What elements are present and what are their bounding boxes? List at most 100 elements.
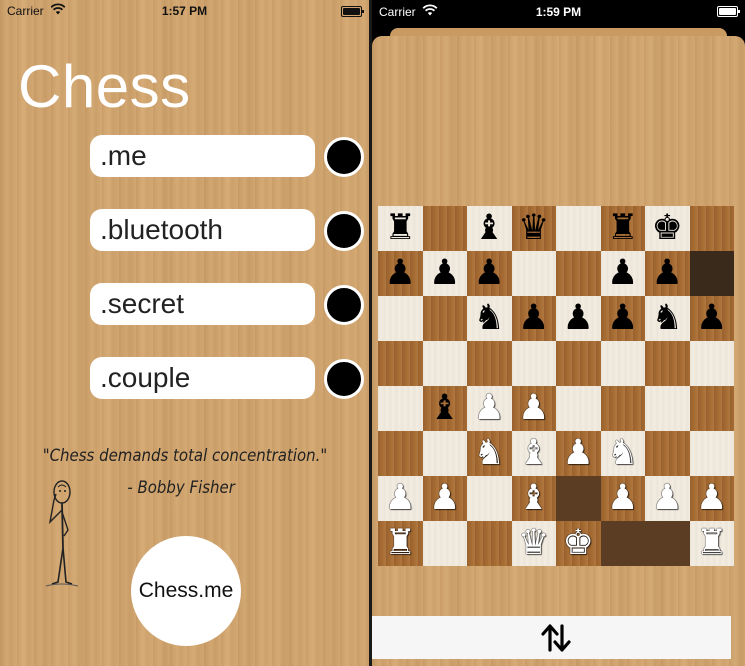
square-b3[interactable]	[422, 431, 467, 476]
square-d3[interactable]: ♝	[511, 431, 556, 476]
square-d6[interactable]: ♟	[511, 296, 556, 341]
square-h8[interactable]	[689, 206, 734, 251]
black-pawn-icon[interactable]: ♟	[652, 256, 683, 291]
square-f5[interactable]	[600, 341, 645, 386]
square-a1[interactable]: ♜	[378, 521, 423, 566]
square-f8[interactable]: ♜	[600, 206, 645, 251]
option-secret-button[interactable]: .secret	[90, 283, 315, 325]
square-f6[interactable]: ♟	[600, 296, 645, 341]
square-d1[interactable]: ♛	[511, 521, 556, 566]
option-couple-indicator[interactable]	[324, 359, 364, 399]
square-a2[interactable]: ♟	[378, 476, 423, 521]
black-knight-icon[interactable]: ♞	[474, 301, 505, 336]
option-me-button[interactable]: .me	[90, 135, 315, 177]
black-knight-icon[interactable]: ♞	[652, 301, 683, 336]
square-d2[interactable]: ♝	[511, 476, 556, 521]
flip-board-icon[interactable]	[536, 620, 576, 656]
square-h6[interactable]: ♟	[689, 296, 734, 341]
square-b6[interactable]	[422, 296, 467, 341]
square-g1[interactable]	[645, 521, 690, 566]
square-h1[interactable]: ♜	[689, 521, 734, 566]
square-c2[interactable]	[467, 476, 512, 521]
square-g4[interactable]	[645, 386, 690, 431]
white-queen-icon[interactable]: ♛	[518, 526, 549, 561]
white-pawn-icon[interactable]: ♟	[652, 481, 683, 516]
square-c8[interactable]: ♝	[467, 206, 512, 251]
white-bishop-icon[interactable]: ♝	[518, 436, 549, 471]
black-king-icon[interactable]: ♚	[652, 211, 683, 246]
white-bishop-icon[interactable]: ♝	[518, 481, 549, 516]
white-rook-icon[interactable]: ♜	[696, 526, 727, 561]
option-secret-indicator[interactable]	[324, 285, 364, 325]
square-c1[interactable]	[467, 521, 512, 566]
square-g5[interactable]	[645, 341, 690, 386]
square-d4[interactable]: ♟	[511, 386, 556, 431]
option-me-indicator[interactable]	[324, 137, 364, 177]
square-g3[interactable]	[645, 431, 690, 476]
white-pawn-icon[interactable]: ♟	[474, 391, 505, 426]
square-e6[interactable]: ♟	[556, 296, 601, 341]
square-g8[interactable]: ♚	[645, 206, 690, 251]
square-e3[interactable]: ♟	[556, 431, 601, 476]
square-a8[interactable]: ♜	[378, 206, 423, 251]
black-bishop-icon[interactable]: ♝	[429, 391, 460, 426]
white-pawn-icon[interactable]: ♟	[385, 481, 416, 516]
white-king-icon[interactable]: ♚	[563, 526, 594, 561]
option-bluetooth-button[interactable]: .bluetooth	[90, 209, 315, 251]
white-pawn-icon[interactable]: ♟	[429, 481, 460, 516]
white-pawn-icon[interactable]: ♟	[696, 481, 727, 516]
square-a3[interactable]	[378, 431, 423, 476]
square-e1[interactable]: ♚	[556, 521, 601, 566]
square-d8[interactable]: ♛	[511, 206, 556, 251]
square-g6[interactable]: ♞	[645, 296, 690, 341]
white-pawn-icon[interactable]: ♟	[563, 436, 594, 471]
square-h2[interactable]: ♟	[689, 476, 734, 521]
square-a6[interactable]	[378, 296, 423, 341]
square-e7[interactable]	[556, 251, 601, 296]
black-pawn-icon[interactable]: ♟	[385, 256, 416, 291]
square-e4[interactable]	[556, 386, 601, 431]
white-pawn-icon[interactable]: ♟	[607, 481, 638, 516]
square-c3[interactable]: ♞	[467, 431, 512, 476]
square-f4[interactable]	[600, 386, 645, 431]
square-h4[interactable]	[689, 386, 734, 431]
square-d7[interactable]	[511, 251, 556, 296]
black-pawn-icon[interactable]: ♟	[474, 256, 505, 291]
option-bluetooth-indicator[interactable]	[324, 211, 364, 251]
white-knight-icon[interactable]: ♞	[607, 436, 638, 471]
square-b2[interactable]: ♟	[422, 476, 467, 521]
square-h7[interactable]	[689, 251, 734, 296]
square-f2[interactable]: ♟	[600, 476, 645, 521]
square-h3[interactable]	[689, 431, 734, 476]
square-g7[interactable]: ♟	[645, 251, 690, 296]
black-pawn-icon[interactable]: ♟	[563, 301, 594, 336]
black-pawn-icon[interactable]: ♟	[607, 256, 638, 291]
square-f1[interactable]	[600, 521, 645, 566]
square-a7[interactable]: ♟	[378, 251, 423, 296]
square-b1[interactable]	[422, 521, 467, 566]
square-c6[interactable]: ♞	[467, 296, 512, 341]
square-c7[interactable]: ♟	[467, 251, 512, 296]
square-d5[interactable]	[511, 341, 556, 386]
square-h5[interactable]	[689, 341, 734, 386]
black-queen-icon[interactable]: ♛	[518, 211, 549, 246]
option-couple-button[interactable]: .couple	[90, 357, 315, 399]
white-pawn-icon[interactable]: ♟	[518, 391, 549, 426]
black-pawn-icon[interactable]: ♟	[518, 301, 549, 336]
square-b8[interactable]	[422, 206, 467, 251]
square-f3[interactable]: ♞	[600, 431, 645, 476]
square-e5[interactable]	[556, 341, 601, 386]
black-bishop-icon[interactable]: ♝	[474, 211, 505, 246]
black-pawn-icon[interactable]: ♟	[607, 301, 638, 336]
black-pawn-icon[interactable]: ♟	[429, 256, 460, 291]
chess-me-button[interactable]: Chess.me	[131, 536, 241, 646]
chess-board[interactable]: ♜ ♝ ♛ ♜ ♚ ♟ ♟ ♟ ♟ ♟ ♞ ♟ ♟ ♟ ♞ ♟ ♝ ♟ ♟ ♞ ♝ ♟ ♞ ♟ ♟ ♝ ♟ ♟ ♟ ♜ ♛ ♚ ♜	[378, 206, 734, 566]
square-e2[interactable]	[556, 476, 601, 521]
square-c4[interactable]: ♟	[467, 386, 512, 431]
square-e8[interactable]	[556, 206, 601, 251]
square-b5[interactable]	[422, 341, 467, 386]
square-c5[interactable]	[467, 341, 512, 386]
square-g2[interactable]: ♟	[645, 476, 690, 521]
square-a5[interactable]	[378, 341, 423, 386]
square-a4[interactable]	[378, 386, 423, 431]
